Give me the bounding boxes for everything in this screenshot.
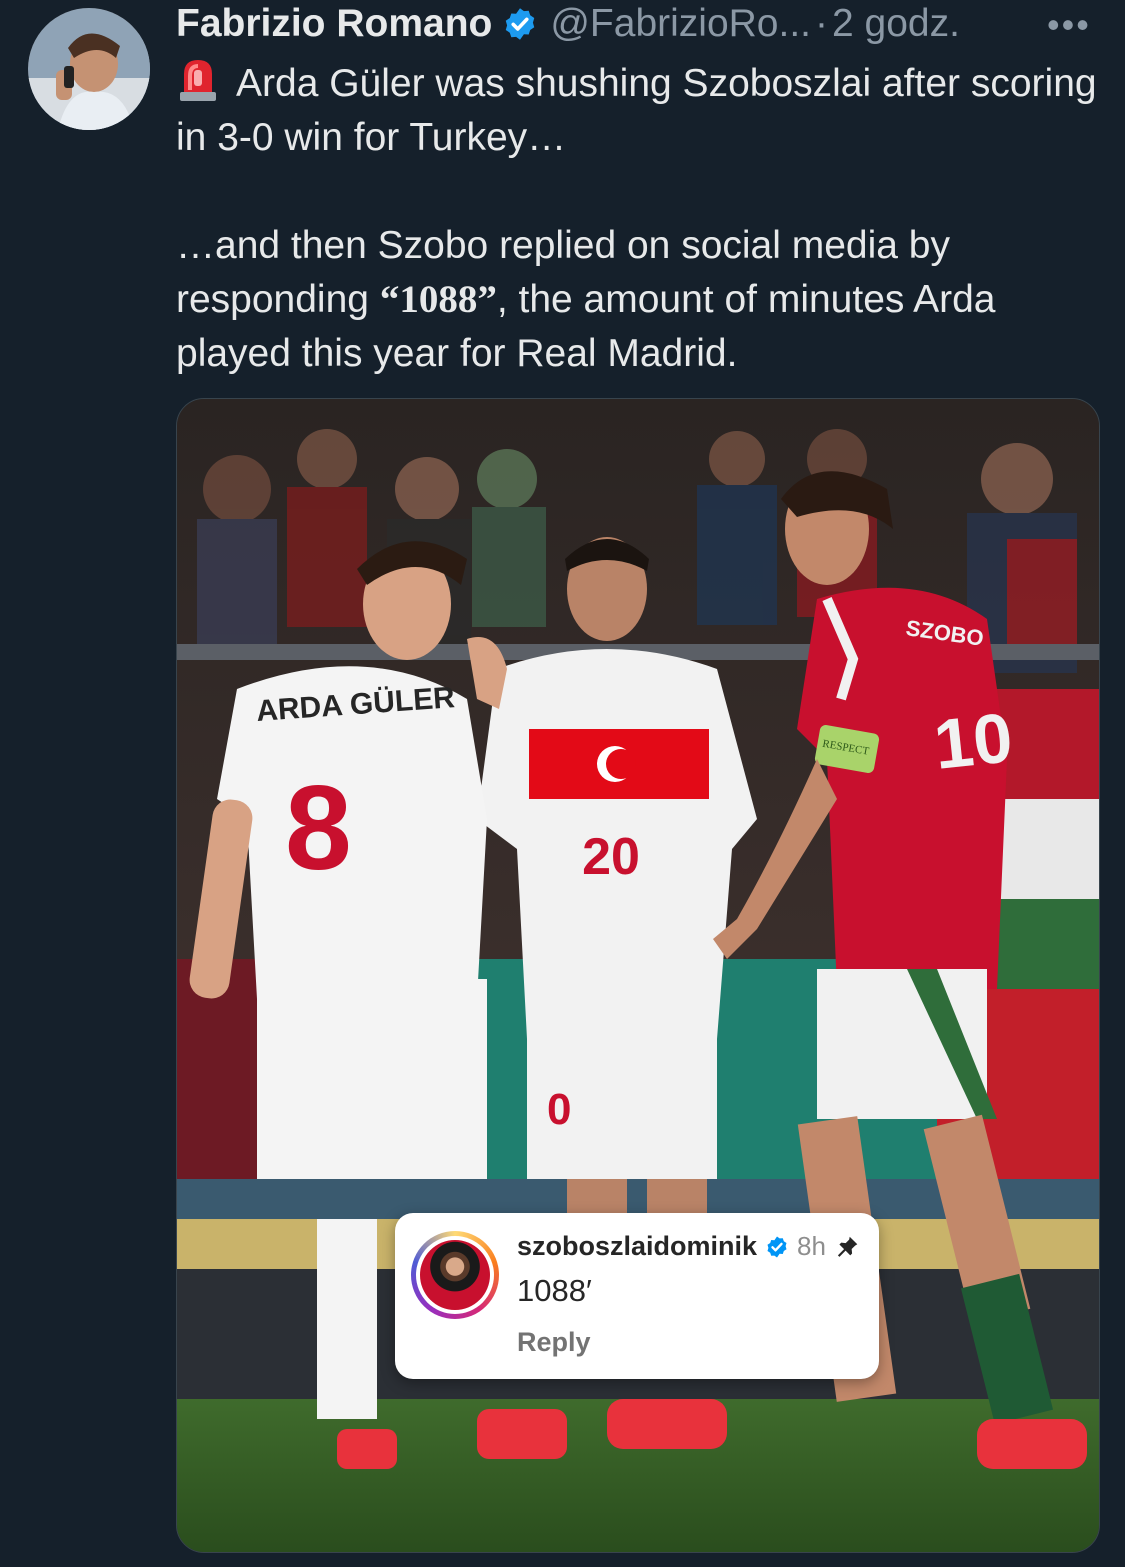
jersey-number-left: 8 xyxy=(285,761,352,895)
instagram-username[interactable]: szoboszlaidominik xyxy=(517,1231,757,1262)
siren-emoji-icon xyxy=(180,60,216,101)
instagram-reply-button[interactable]: Reply xyxy=(517,1327,591,1358)
author-handle[interactable]: @FabrizioRo... xyxy=(550,2,811,46)
instagram-username-row: szoboszlaidominik 8h xyxy=(517,1231,860,1262)
more-options-icon[interactable]: ••• xyxy=(1047,4,1091,46)
tweet-timestamp[interactable]: 2 godz. xyxy=(832,2,960,46)
author-name[interactable]: Fabrizio Romano xyxy=(176,2,492,46)
author-avatar[interactable] xyxy=(28,8,150,130)
instagram-avatar[interactable] xyxy=(411,1231,499,1319)
pin-icon xyxy=(837,1236,858,1257)
tweet-line-1: Arda Güler was shushing Szoboszlai after… xyxy=(176,62,1097,159)
instagram-comment-text: 1088′ xyxy=(517,1273,592,1308)
jersey-number-right: 10 xyxy=(930,698,1016,784)
tweet-text: Arda Güler was shushing Szoboszlai after… xyxy=(176,56,1106,381)
instagram-verified-icon xyxy=(767,1236,787,1257)
tweet-header: Fabrizio Romano @FabrizioRo... · 2 godz. xyxy=(176,0,1106,48)
instagram-comment-time: 8h xyxy=(797,1231,826,1261)
verified-badge-icon xyxy=(506,8,535,40)
tweet-media-image[interactable]: 20 0 ARDA GÜLER 8 RESPECT 10 SZOBO szobo… xyxy=(176,398,1100,1553)
shorts-number: 0 xyxy=(547,1085,571,1134)
tweet-number: “1088” xyxy=(379,278,497,321)
football-photo: 20 0 ARDA GÜLER 8 RESPECT 10 SZOBO xyxy=(177,399,1099,1552)
separator-dot: · xyxy=(815,2,829,45)
instagram-comment-card: szoboszlaidominik 8h 1088′ Reply xyxy=(395,1213,879,1379)
jersey-number-center: 20 xyxy=(582,828,640,886)
